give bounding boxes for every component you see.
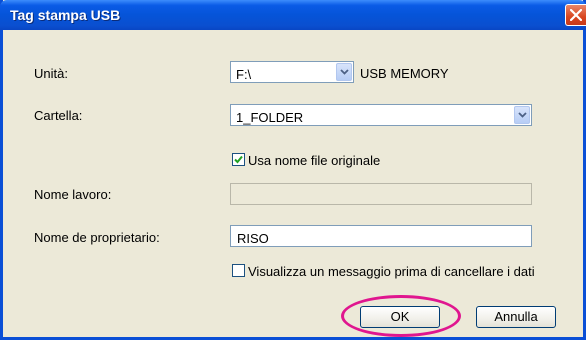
checkmark-icon bbox=[234, 155, 243, 164]
use-original-name-checkbox[interactable] bbox=[232, 153, 245, 166]
chevron-down-icon bbox=[518, 112, 527, 118]
confirm-delete-checkbox[interactable] bbox=[232, 264, 245, 277]
folder-select[interactable]: 1_FOLDER bbox=[230, 104, 532, 126]
ok-button[interactable]: OK bbox=[360, 306, 440, 328]
use-original-name-label[interactable]: Usa nome file originale bbox=[248, 153, 380, 168]
folder-label: Cartella: bbox=[34, 108, 83, 123]
unit-dropdown-arrow[interactable] bbox=[336, 63, 352, 81]
cancel-button[interactable]: Annulla bbox=[476, 306, 556, 328]
owner-name-field[interactable]: RISO bbox=[230, 225, 532, 247]
device-name: USB MEMORY bbox=[360, 66, 449, 81]
unit-select[interactable]: F:\ bbox=[230, 61, 354, 83]
close-button[interactable] bbox=[565, 4, 586, 26]
dialog-title: Tag stampa USB bbox=[10, 7, 121, 23]
owner-name-value: RISO bbox=[237, 231, 269, 246]
job-name-label: Nome lavoro: bbox=[34, 187, 112, 202]
dialog-window bbox=[0, 0, 586, 340]
job-name-field bbox=[230, 183, 532, 205]
owner-name-label: Nome de proprietario: bbox=[34, 230, 160, 245]
folder-dropdown-arrow[interactable] bbox=[514, 106, 530, 124]
title-bar: Tag stampa USB bbox=[0, 0, 586, 30]
close-icon bbox=[570, 9, 582, 21]
folder-select-value: 1_FOLDER bbox=[236, 110, 304, 125]
unit-select-value: F:\ bbox=[236, 67, 252, 82]
unit-label: Unità: bbox=[34, 66, 68, 81]
chevron-down-icon bbox=[340, 69, 349, 75]
confirm-delete-label[interactable]: Visualizza un messaggio prima di cancell… bbox=[248, 264, 535, 279]
